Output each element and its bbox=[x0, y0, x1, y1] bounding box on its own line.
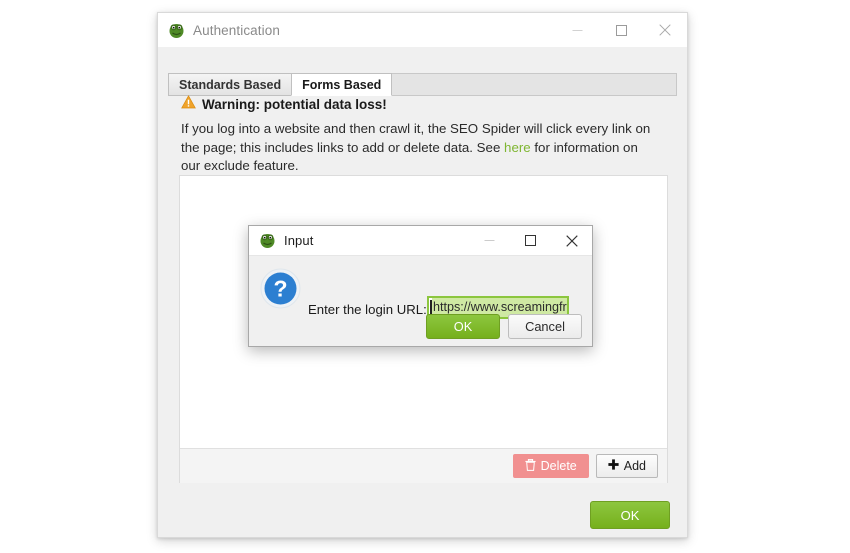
tab-forms-based-label: Forms Based bbox=[302, 78, 382, 92]
screaming-frog-icon bbox=[168, 22, 185, 39]
screaming-frog-icon bbox=[259, 232, 276, 249]
warning-heading-row: Warning: potential data loss! bbox=[181, 95, 651, 114]
input-dialog-cancel-label: Cancel bbox=[525, 319, 565, 334]
close-icon[interactable] bbox=[643, 13, 687, 47]
trash-icon bbox=[525, 458, 536, 474]
delete-button-label: Delete bbox=[540, 459, 577, 473]
authentication-ok-label: OK bbox=[620, 507, 640, 523]
warning-area: Warning: potential data loss! If you log… bbox=[181, 95, 651, 176]
input-dialog-ok-button[interactable]: OK bbox=[426, 314, 500, 339]
input-dialog-ok-label: OK bbox=[453, 319, 473, 334]
input-dialog-cancel-button[interactable]: Cancel bbox=[508, 314, 582, 339]
question-mark-icon: ? bbox=[260, 268, 301, 309]
authentication-window-controls bbox=[555, 13, 687, 47]
screen: Authentication Standards Based Forms Bas… bbox=[0, 0, 850, 553]
minimize-icon[interactable] bbox=[555, 13, 599, 47]
input-dialog-content: ? Enter the login URL: https://www.screa… bbox=[249, 256, 592, 348]
maximize-icon[interactable] bbox=[599, 13, 643, 47]
warning-triangle-icon bbox=[181, 95, 196, 114]
svg-text:?: ? bbox=[273, 276, 287, 302]
plus-icon bbox=[608, 459, 619, 473]
input-dialog-buttons: OK Cancel bbox=[426, 314, 582, 339]
tab-standards-based-label: Standards Based bbox=[179, 78, 282, 92]
authentication-titlebar: Authentication bbox=[158, 13, 687, 47]
warning-body: If you log into a website and then crawl… bbox=[181, 120, 651, 176]
warning-heading: Warning: potential data loss! bbox=[202, 97, 387, 112]
maximize-icon[interactable] bbox=[510, 226, 551, 255]
delete-button[interactable]: Delete bbox=[512, 454, 589, 478]
add-button-label: Add bbox=[623, 459, 646, 473]
forms-based-list-footer: Delete Add bbox=[180, 448, 667, 483]
tabstrip: Standards Based Forms Based bbox=[168, 73, 677, 96]
add-button[interactable]: Add bbox=[595, 454, 658, 478]
input-dialog-window-controls bbox=[469, 226, 592, 255]
input-dialog: Input ? Enter the login URL: https://www… bbox=[248, 225, 593, 347]
minimize-icon[interactable] bbox=[469, 226, 510, 255]
input-dialog-title: Input bbox=[284, 233, 314, 248]
authentication-window-title: Authentication bbox=[193, 22, 280, 38]
exclude-feature-link[interactable]: here bbox=[504, 140, 531, 155]
tab-standards-based[interactable]: Standards Based bbox=[168, 73, 293, 96]
tab-forms-based[interactable]: Forms Based bbox=[291, 73, 393, 96]
close-icon[interactable] bbox=[551, 226, 592, 255]
login-url-label: Enter the login URL: bbox=[308, 302, 427, 317]
authentication-ok-button[interactable]: OK bbox=[590, 501, 670, 529]
input-dialog-titlebar: Input bbox=[249, 226, 592, 256]
